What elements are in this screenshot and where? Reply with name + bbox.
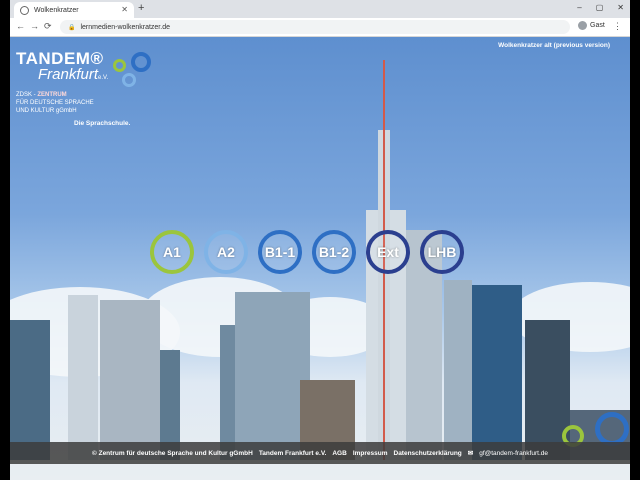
footer-agb-link[interactable]: AGB [332, 450, 346, 457]
logo-frankfurt-word: Frankfurt [38, 66, 99, 83]
level-ext-button[interactable]: Ext [366, 230, 410, 274]
org-prefix: ZDSK - [16, 92, 38, 98]
tab-bar: Wolkenkratzer ✕ + – ▢ ✕ [10, 0, 630, 18]
browser-toolbar: ← → ⟳ 🔒 lernmedien-wolkenkratzer.de Gast… [10, 18, 630, 37]
org-zentrum: ZENTRUM [37, 92, 67, 98]
level-label: A2 [217, 244, 235, 260]
level-a1-button[interactable]: A1 [150, 230, 194, 274]
level-selector: A1 A2 B1-1 B1-2 Ext LHB [150, 230, 464, 274]
footer-copyright: © Zentrum für deutsche Sprache und Kultu… [92, 449, 253, 457]
page-content: TANDEM® Frankfurte.V. ZDSK - ZENTRUM FÜR… [10, 37, 630, 480]
address-bar[interactable]: 🔒 lernmedien-wolkenkratzer.de [60, 20, 570, 34]
org-line2: FÜR DEUTSCHE SPRACHE [16, 100, 94, 106]
url-text: lernmedien-wolkenkratzer.de [80, 23, 170, 31]
level-label: B1-2 [318, 244, 350, 260]
minimize-button[interactable]: – [577, 3, 581, 12]
browser-window: Wolkenkratzer ✕ + – ▢ ✕ ← → ⟳ 🔒 lernmedi… [10, 0, 630, 480]
footer-datenschutz-link[interactable]: Datenschutzerklärung [394, 450, 462, 457]
maximize-button[interactable]: ▢ [596, 3, 604, 12]
forward-arrow-icon[interactable]: → [30, 21, 39, 31]
org-line3: UND KULTUR gGmbH [16, 108, 77, 114]
avatar-icon [578, 21, 587, 30]
logo-frankfurt-text: Frankfurte.V. [38, 66, 108, 83]
level-label: Ext [377, 244, 399, 260]
footer-tandem-link[interactable]: Tandem Frankfurt e.V. [259, 450, 327, 457]
level-b1-2-button[interactable]: B1-2 [312, 230, 356, 274]
level-label: LHB [427, 244, 457, 260]
footer-email-link[interactable]: gf@tandem-frankfurt.de [479, 450, 548, 457]
mail-icon: ✉ [467, 450, 474, 457]
level-a2-button[interactable]: A2 [204, 230, 248, 274]
tagline: Die Sprachschule. [74, 120, 131, 127]
back-arrow-icon[interactable]: ← [16, 21, 25, 31]
level-b1-1-button[interactable]: B1-1 [258, 230, 302, 274]
profile-button[interactable]: Gast [578, 21, 605, 30]
menu-kebab-icon[interactable]: ⋮ [613, 21, 622, 32]
lock-icon: 🔒 [68, 24, 76, 31]
close-tab-icon[interactable]: ✕ [121, 5, 128, 14]
level-label: A1 [163, 244, 181, 260]
browser-tab[interactable]: Wolkenkratzer ✕ [14, 2, 134, 18]
level-lhb-button[interactable]: LHB [420, 230, 464, 274]
logo-ev-text: e.V. [98, 75, 109, 81]
close-window-button[interactable]: ✕ [617, 3, 624, 12]
deco-ring-blue-icon [595, 412, 629, 446]
previous-version-link[interactable]: Wolkenkratzer alt (previous version) [498, 42, 610, 49]
footer-impressum-link[interactable]: Impressum [353, 450, 388, 457]
level-label: B1-1 [264, 244, 296, 260]
footer: © Zentrum für deutsche Sprache und Kultu… [10, 442, 630, 464]
logo-ring-blue-icon [131, 52, 151, 72]
tab-title: Wolkenkratzer [34, 6, 79, 14]
tandem-logo[interactable]: TANDEM® Frankfurte.V. [16, 49, 108, 83]
logo-ring-green-icon [113, 59, 126, 72]
new-tab-button[interactable]: + [138, 2, 144, 14]
profile-label: Gast [590, 22, 605, 29]
globe-icon [20, 5, 29, 15]
reload-icon[interactable]: ⟳ [44, 21, 52, 32]
org-name: ZDSK - ZENTRUM FÜR DEUTSCHE SPRACHE UND … [16, 91, 94, 115]
logo-ring-light-icon [122, 73, 136, 87]
window-controls: – ▢ ✕ [577, 3, 624, 12]
